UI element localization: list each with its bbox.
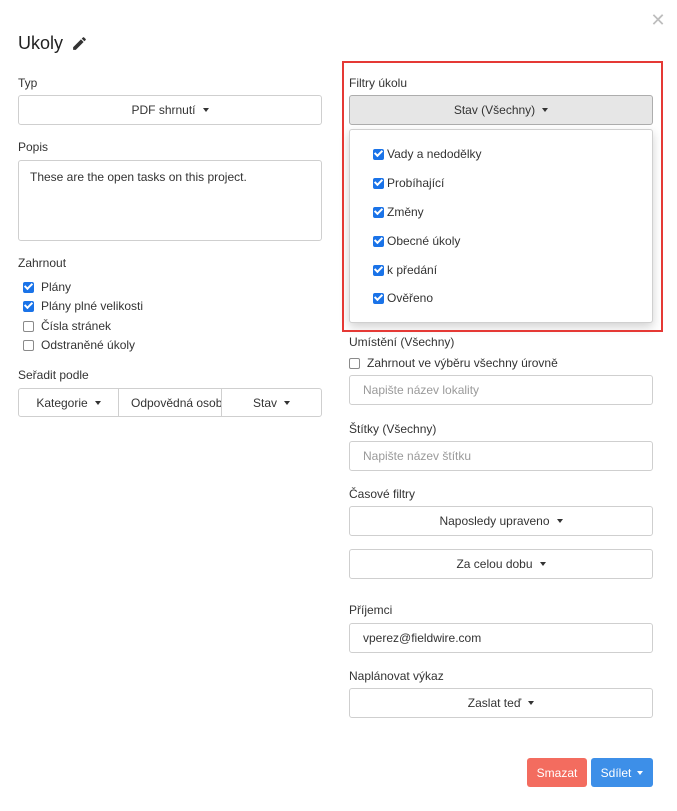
include-deleted-checkbox[interactable]: Odstraněné úkoly <box>23 338 135 352</box>
caret-down-icon <box>539 562 546 566</box>
include-plans-checkbox[interactable]: Plány <box>23 280 71 294</box>
include-page-numbers-label: Čísla stránek <box>41 319 112 333</box>
sort-assignee-button[interactable]: Odpovědná osoba <box>118 388 222 417</box>
include-levels-label: Zahrnout ve výběru všechny úrovně <box>367 356 558 370</box>
recipients-label: Příjemci <box>349 603 393 617</box>
page-title: Ukoly <box>18 33 88 54</box>
delete-button[interactable]: Smazat <box>527 758 587 787</box>
sort-category-label: Kategorie <box>36 395 88 410</box>
include-plans-label: Plány <box>41 280 72 294</box>
time-filters-label: Časové filtry <box>349 487 416 501</box>
include-levels-checkbox[interactable]: Zahrnout ve výběru všechny úrovně <box>349 356 558 370</box>
caret-down-icon <box>284 400 290 405</box>
sort-assignee-label: Odpovědná osoba <box>131 395 222 410</box>
location-label: Umístění (Všechny) <box>349 335 455 349</box>
time-range-label: Za celou dobu <box>456 557 533 571</box>
last-modified-dropdown[interactable]: Naposledy upraveno <box>349 506 653 536</box>
checkbox-icon[interactable] <box>23 281 34 293</box>
highlight-box <box>342 61 663 332</box>
caret-down-icon <box>202 108 209 112</box>
sort-status-label: Stav <box>252 395 277 410</box>
last-modified-label: Naposledy upraveno <box>439 514 550 528</box>
time-range-dropdown[interactable]: Za celou dobu <box>349 549 653 579</box>
caret-down-icon <box>94 400 101 405</box>
share-button[interactable]: Sdílet <box>591 758 653 787</box>
checkbox-icon[interactable] <box>23 300 34 312</box>
share-button-label: Sdílet <box>600 765 632 780</box>
caret-down-icon <box>556 519 563 523</box>
sort-label: Seřadit podle <box>18 368 89 382</box>
tags-label: Štítky (Všechny) <box>349 422 437 436</box>
type-dropdown-label: PDF shrnutí <box>131 103 196 117</box>
checkbox-icon[interactable] <box>23 320 34 332</box>
type-dropdown[interactable]: PDF shrnutí <box>18 95 322 125</box>
include-page-numbers-checkbox[interactable]: Čísla stránek <box>23 319 111 333</box>
close-icon[interactable]: ✕ <box>650 11 666 29</box>
include-fullsize-checkbox[interactable]: Plány plné velikosti <box>23 299 143 313</box>
include-label: Zahrnout <box>18 256 67 270</box>
description-label: Popis <box>18 140 49 154</box>
tags-input[interactable]: Napište název štítku <box>349 441 653 471</box>
checkbox-icon[interactable] <box>349 357 360 369</box>
schedule-dropdown-label: Zaslat teď <box>467 696 522 710</box>
title-text: Ukoly <box>18 33 64 53</box>
description-textarea[interactable]: These are the open tasks on this project… <box>18 160 322 241</box>
checkbox-icon[interactable] <box>23 339 34 351</box>
caret-down-icon <box>528 701 535 705</box>
sort-category-button[interactable]: Kategorie <box>18 388 119 417</box>
schedule-dropdown[interactable]: Zaslat teď <box>349 688 653 718</box>
caret-down-icon <box>637 770 644 775</box>
schedule-label: Naplánovat výkaz <box>349 669 444 683</box>
type-label: Typ <box>18 76 38 90</box>
recipients-input[interactable]: vperez@fieldwire.com <box>349 623 653 653</box>
include-deleted-label: Odstraněné úkoly <box>41 338 136 352</box>
pencil-icon[interactable] <box>71 35 88 52</box>
location-input[interactable]: Napište název lokality <box>349 375 653 405</box>
include-fullsize-label: Plány plné velikosti <box>41 299 144 313</box>
sort-status-button[interactable]: Stav <box>221 388 322 417</box>
